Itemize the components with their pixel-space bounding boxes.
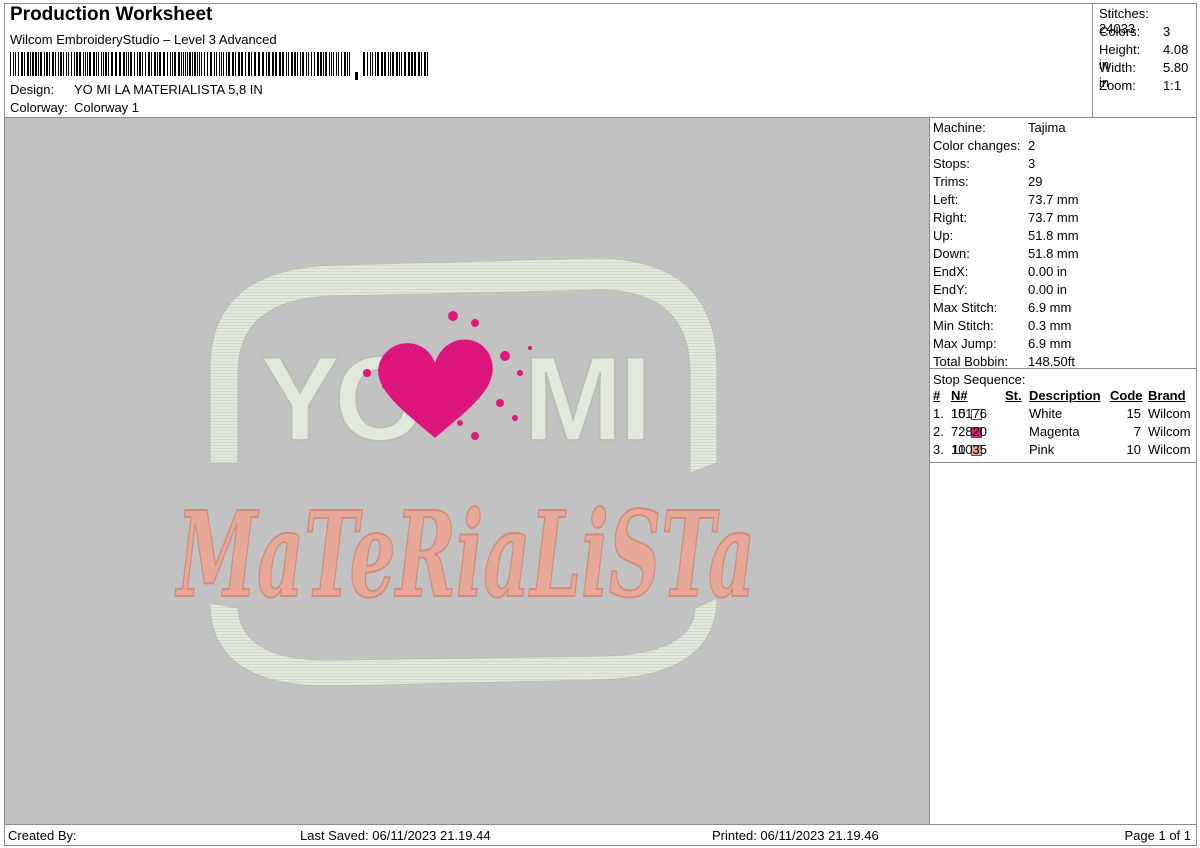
info-label: Stops: (933, 156, 970, 171)
info-value: 73.7 mm (1028, 210, 1079, 225)
info-row: Total Bobbin: 148.50ft (933, 354, 1075, 369)
header: Production Worksheet Wilcom EmbroiderySt… (6, 4, 1086, 116)
design-preview-canvas[interactable]: YO MI MaTeRiaLiSTa (5, 118, 930, 824)
col-code: Code (1110, 388, 1143, 403)
printed-date: Printed: 06/11/2023 21.19.46 (712, 828, 879, 843)
info-row: Max Stitch: 6.9 mm (933, 300, 1071, 315)
stat-label: Height: (1099, 42, 1141, 57)
info-label: Left: (933, 192, 959, 207)
row-code: 15 (1126, 406, 1141, 421)
info-label: Machine: (933, 120, 986, 135)
info-label: Max Stitch: (933, 300, 998, 315)
stat-label: Stitches: (1099, 6, 1149, 21)
info-row: Left: 73.7 mm (933, 192, 1079, 207)
info-label: EndX: (933, 264, 969, 279)
panel-divider (930, 462, 1196, 463)
info-value: 51.8 mm (1028, 246, 1079, 261)
stat-value: 1:1 (1163, 78, 1182, 93)
design-row: Design: YO MI LA MATERIALISTA 5,8 IN (10, 82, 263, 97)
colorway-label: Colorway: (10, 100, 68, 115)
barcode (10, 52, 428, 80)
info-label: Total Bobbin: (933, 354, 1009, 369)
row-num: 1. (933, 406, 944, 421)
col-st: St. (1005, 388, 1022, 403)
row-description: White (1029, 406, 1063, 421)
info-row: Trims: 29 (933, 174, 1042, 189)
info-value: 0.3 mm (1028, 318, 1072, 333)
design-text-mi: MI (523, 332, 648, 466)
info-value: 6.9 mm (1028, 336, 1072, 351)
info-value: 2 (1028, 138, 1036, 153)
info-value: Tajima (1028, 120, 1066, 135)
software-subtitle: Wilcom EmbroideryStudio – Level 3 Advanc… (10, 32, 277, 47)
info-label: Color changes: (933, 138, 1021, 153)
info-row: Stops: 3 (933, 156, 1035, 171)
stat-value: 3 (1163, 24, 1171, 39)
embroidery-design: YO MI MaTeRiaLiSTa (174, 257, 756, 687)
info-label: Trims: (933, 174, 969, 189)
info-row: Up: 51.8 mm (933, 228, 1079, 243)
info-label: Up: (933, 228, 954, 243)
stat-zoom: Zoom: 1:1 (1099, 78, 1181, 93)
row-description: Pink (1029, 442, 1055, 457)
info-row: Max Jump: 6.9 mm (933, 336, 1071, 351)
info-value: 6.9 mm (1028, 300, 1072, 315)
created-by: Created By: (8, 828, 77, 843)
col-description: Description (1029, 388, 1101, 403)
stats-box: Stitches:24033 Colors: 3 Height: 4.08 in W… (1092, 3, 1196, 117)
col-brand: Brand (1148, 388, 1186, 403)
page-number: Page 1 of 1 (1124, 828, 1192, 843)
info-label: Min Stitch: (933, 318, 994, 333)
row-brand: Wilcom (1148, 442, 1191, 457)
info-label: Down: (933, 246, 970, 261)
row-st: 11035 (951, 442, 987, 457)
row-num: 2. (933, 424, 944, 439)
page-title: Production Worksheet (10, 4, 213, 25)
stat-label: Colors: (1099, 24, 1141, 39)
row-code: 7 (1133, 424, 1141, 439)
info-value: 3 (1028, 156, 1036, 171)
design-value: YO MI LA MATERIALISTA 5,8 IN (74, 82, 263, 97)
info-value: 73.7 mm (1028, 192, 1079, 207)
last-saved: Last Saved: 06/11/2023 21.19.44 (300, 828, 491, 843)
row-description: Magenta (1029, 424, 1080, 439)
table-row: 2. 7 2820 Magenta 7 Wilcom (930, 424, 1196, 442)
stat-label: Width: (1099, 60, 1136, 75)
stat-colors: Colors: 3 (1099, 24, 1170, 39)
stat-label: Zoom: (1099, 78, 1136, 93)
info-panel: Stop Sequence: # N# St. Description Code… (930, 118, 1196, 824)
colorway-row: Colorway: Colorway 1 (10, 100, 139, 115)
row-st: 2820 (958, 424, 987, 439)
design-text-materialista: MaTeRiaLiSTa (175, 485, 755, 624)
footer: Created By: Last Saved: 06/11/2023 21.19… (4, 824, 1197, 846)
info-value: 51.8 mm (1028, 228, 1079, 243)
info-row: Min Stitch: 0.3 mm (933, 318, 1071, 333)
info-row: Right: 73.7 mm (933, 210, 1079, 225)
col-num: # (933, 388, 941, 403)
row-code: 10 (1126, 442, 1141, 457)
info-row: EndY: 0.00 in (933, 282, 1067, 297)
row-st: 10176 (950, 406, 987, 421)
row-brand: Wilcom (1148, 406, 1191, 421)
info-row: EndX: 0.00 in (933, 264, 1067, 279)
info-value: 0.00 in (1028, 282, 1068, 297)
info-label: Right: (933, 210, 967, 225)
row-num: 3. (933, 442, 944, 457)
row-brand: Wilcom (1148, 424, 1191, 439)
info-value: 148.50ft (1028, 354, 1075, 369)
colorway-value: Colorway 1 (74, 100, 140, 115)
col-n: N# (951, 388, 968, 403)
info-value: 29 (1028, 174, 1043, 189)
table-header: # N# St. Description Code Brand (930, 388, 1196, 406)
design-label: Design: (10, 82, 55, 97)
stop-sequence-title: Stop Sequence: (933, 372, 1026, 387)
table-row: 3. 10 11035 Pink 10 Wilcom (930, 442, 1196, 460)
info-label: Max Jump: (933, 336, 997, 351)
info-label: EndY: (933, 282, 968, 297)
info-row: Machine: Tajima (933, 120, 1066, 135)
table-row: 1. 15 10176 White 15 Wilcom (930, 406, 1196, 424)
info-value: 0.00 in (1028, 264, 1068, 279)
info-row: Down: 51.8 mm (933, 246, 1079, 261)
info-row: Color changes: 2 (933, 138, 1035, 153)
